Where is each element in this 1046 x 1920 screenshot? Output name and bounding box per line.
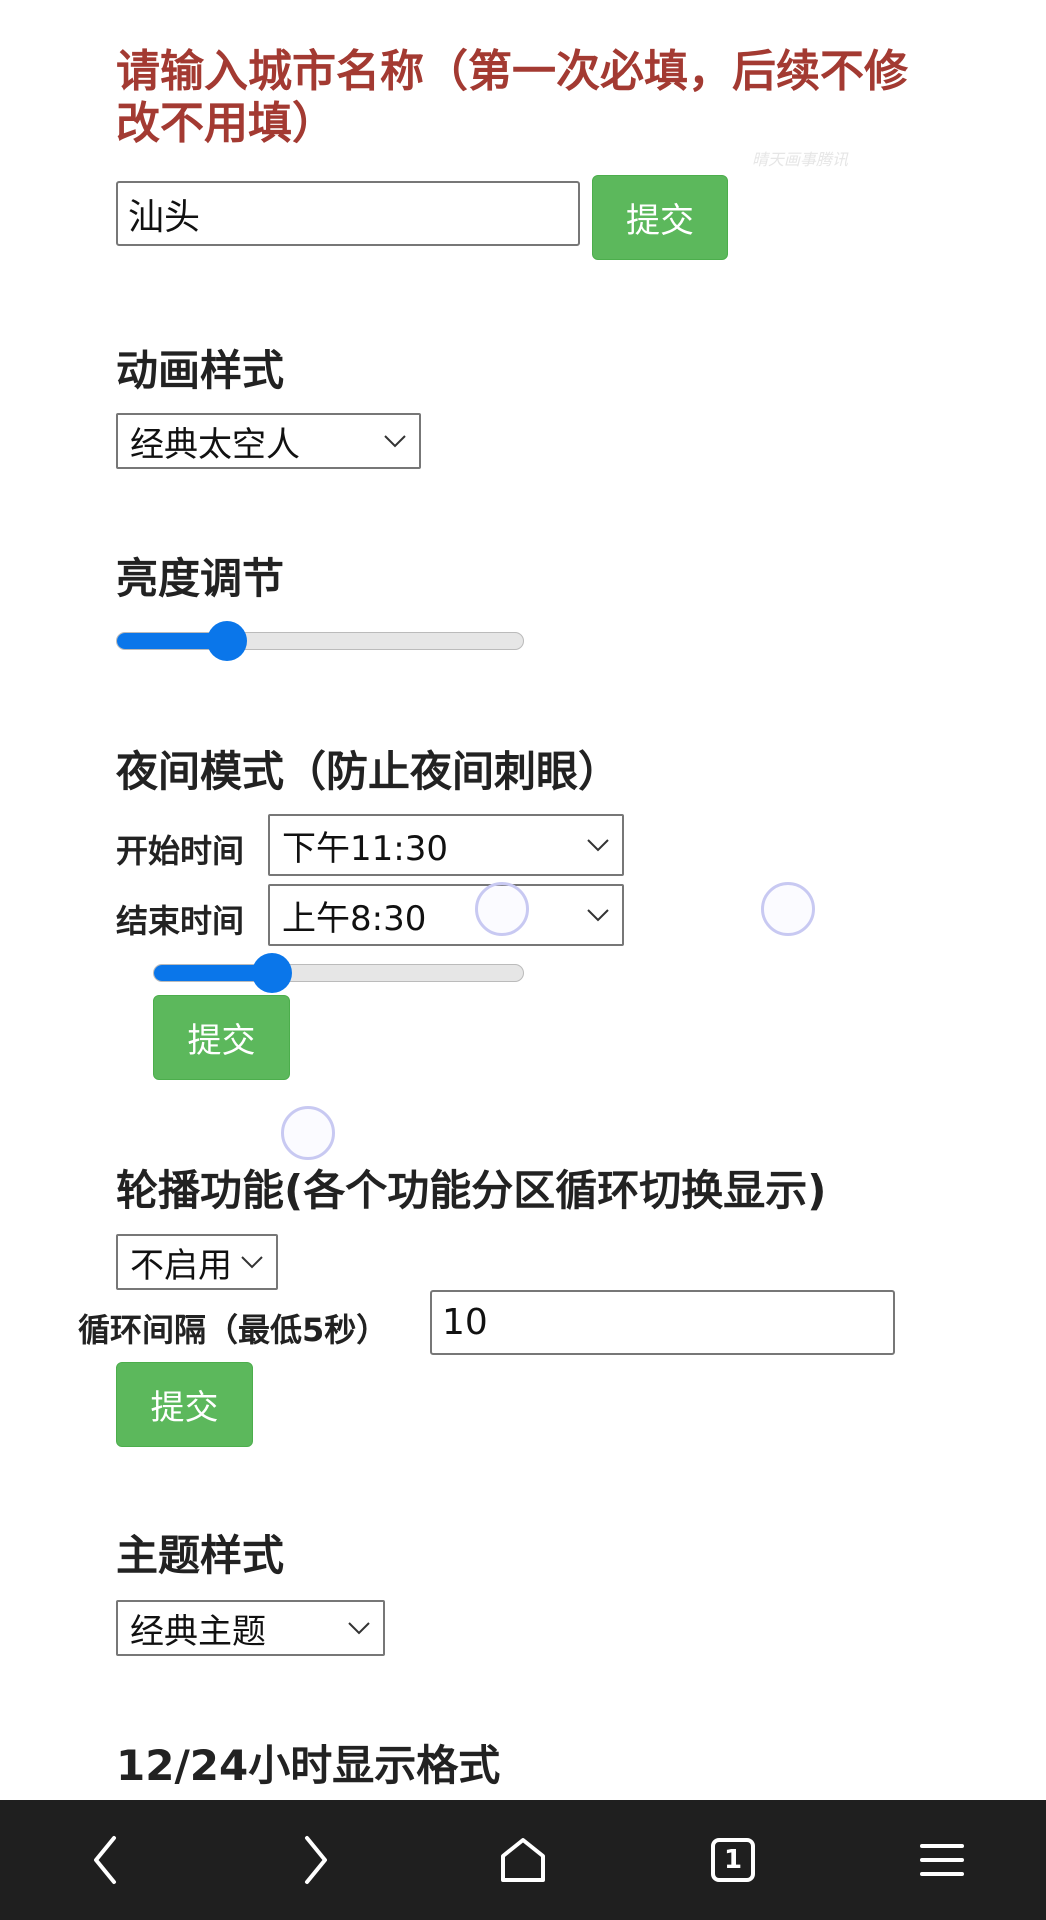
end-time-value: 上午8:30 <box>282 898 427 939</box>
home-icon <box>501 1838 545 1882</box>
time-format-title: 12/24小时显示格式 <box>116 1741 501 1790</box>
interval-label: 循环间隔（最低5秒） <box>78 1311 389 1349</box>
chevron-down-icon <box>241 1256 263 1269</box>
animation-title: 动画样式 <box>116 346 285 395</box>
touch-indicator <box>475 882 529 936</box>
brightness-title: 亮度调节 <box>116 554 285 603</box>
tabs-button[interactable]: 1 <box>693 1820 773 1900</box>
night-mode-submit-button[interactable]: 提交 <box>153 995 290 1080</box>
chevron-down-icon <box>587 839 609 852</box>
animation-selected: 经典太空人 <box>130 424 300 465</box>
touch-indicator <box>761 882 815 936</box>
night-mode-slider-thumb[interactable] <box>252 953 293 993</box>
animation-select[interactable]: 经典太空人 <box>116 413 421 469</box>
settings-page: 请输入城市名称（第一次必填，后续不修改不用填） 晴天画事腾讯 汕头 提交 动画样… <box>0 0 1046 1800</box>
start-time-label: 开始时间 <box>116 832 245 870</box>
forward-icon <box>305 1836 327 1884</box>
touch-indicator <box>281 1106 335 1160</box>
night-mode-title: 夜间模式（防止夜间刺眼） <box>116 747 621 796</box>
forward-button[interactable] <box>275 1820 355 1900</box>
start-time-value: 下午11:30 <box>282 828 448 869</box>
end-time-select[interactable]: 上午8:30 <box>268 884 624 946</box>
end-time-label: 结束时间 <box>116 902 245 940</box>
carousel-submit-button[interactable]: 提交 <box>116 1362 253 1447</box>
back-button[interactable] <box>66 1820 146 1900</box>
city-submit-button[interactable]: 提交 <box>592 175 728 260</box>
home-button[interactable] <box>483 1820 563 1900</box>
chevron-down-icon <box>587 909 609 922</box>
night-mode-slider[interactable] <box>153 953 524 993</box>
browser-navbar: 1 <box>0 1800 1046 1920</box>
chevron-down-icon <box>384 435 406 448</box>
chevron-down-icon <box>348 1622 370 1635</box>
start-time-select[interactable]: 下午11:30 <box>268 814 624 876</box>
theme-selected: 经典主题 <box>130 1611 266 1652</box>
city-title: 请输入城市名称（第一次必填，后续不修改不用填） <box>116 46 908 149</box>
theme-select[interactable]: 经典主题 <box>116 1600 385 1656</box>
interval-input[interactable]: 10 <box>430 1290 895 1355</box>
brightness-slider[interactable] <box>116 621 524 661</box>
brightness-slider-thumb[interactable] <box>206 621 247 661</box>
tab-count: 1 <box>723 1845 743 1875</box>
carousel-selected: 不启用 <box>130 1245 232 1286</box>
back-icon <box>94 1836 116 1884</box>
menu-button[interactable] <box>902 1820 982 1900</box>
carousel-select[interactable]: 不启用 <box>116 1234 278 1290</box>
city-input[interactable]: 汕头 <box>116 181 580 246</box>
theme-title: 主题样式 <box>116 1531 285 1580</box>
menu-icon <box>920 1844 964 1876</box>
carousel-title: 轮播功能(各个功能分区循环切换显示) <box>116 1166 827 1215</box>
watermark: 晴天画事腾讯 <box>752 150 849 169</box>
